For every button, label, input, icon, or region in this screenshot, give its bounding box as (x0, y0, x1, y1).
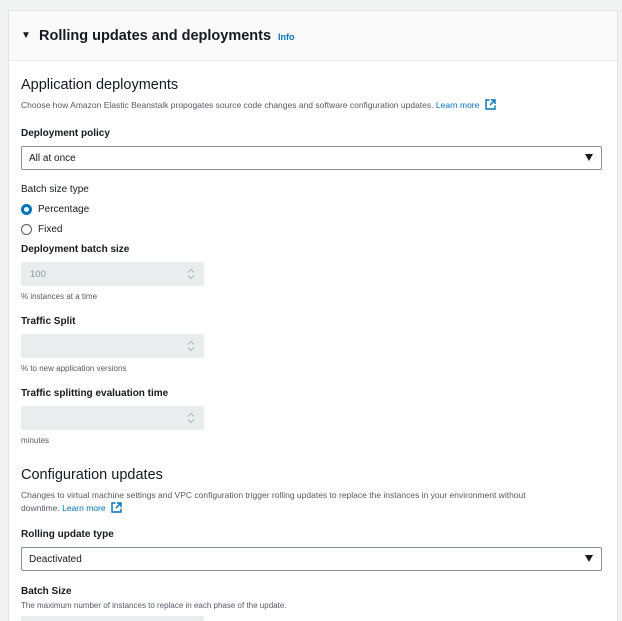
stepper-icon[interactable] (187, 412, 195, 424)
rolling-update-type-select[interactable]: Deactivated (21, 547, 602, 571)
panel-title: Rolling updates and deployments (39, 27, 272, 44)
radio-checked-icon[interactable] (21, 204, 32, 215)
panel-header[interactable]: ▼ Rolling updates and deployments Info (9, 11, 617, 61)
deployment-batch-size-input[interactable]: 100 (21, 262, 204, 286)
batch-size-hint: % instances at a time (21, 292, 98, 301)
traffic-eval-time-hint: minutes (21, 436, 50, 445)
radio-percentage-label: Percentage (38, 204, 90, 215)
batch-size-input[interactable] (21, 616, 204, 621)
rolling-update-type-label: Rolling update type (21, 529, 114, 540)
traffic-eval-time-label: Traffic splitting evaluation time (21, 388, 169, 399)
traffic-split-hint: % to new application versions (21, 364, 127, 373)
deployment-policy-select[interactable]: All at once (21, 146, 602, 170)
select-arrow-icon (585, 154, 593, 161)
app-deployments-description: Choose how Amazon Elastic Beanstalk prop… (21, 99, 496, 112)
batch-size-label: Batch Size (21, 586, 72, 597)
stepper-icon[interactable] (187, 340, 195, 352)
deployment-batch-size-label: Deployment batch size (21, 244, 130, 255)
learn-more-link[interactable]: Learn more (436, 100, 479, 110)
config-updates-title: Configuration updates (21, 467, 163, 483)
rolling-updates-panel: ▼ Rolling updates and deployments Info A… (8, 10, 618, 621)
config-updates-description: Changes to virtual machine settings and … (21, 490, 526, 513)
batch-size-description: The maximum number of instances to repla… (21, 601, 287, 610)
app-deployments-title: Application deployments (21, 77, 179, 93)
caret-down-icon[interactable]: ▼ (21, 30, 37, 41)
radio-fixed[interactable]: Fixed (21, 224, 62, 235)
traffic-split-label: Traffic Split (21, 316, 76, 327)
external-link-icon[interactable] (111, 502, 122, 513)
deployment-policy-value: All at once (29, 152, 76, 164)
radio-unchecked-icon[interactable] (21, 224, 32, 235)
select-arrow-icon (585, 555, 593, 562)
radio-fixed-label: Fixed (38, 224, 63, 235)
learn-more-link[interactable]: Learn more (62, 503, 105, 513)
batch-size-type-label: Batch size type (21, 184, 89, 195)
traffic-eval-time-input[interactable] (21, 406, 204, 430)
traffic-split-input[interactable] (21, 334, 204, 358)
deployment-batch-size-value: 100 (30, 268, 46, 280)
info-link[interactable]: Info (278, 32, 295, 42)
external-link-icon[interactable] (485, 99, 496, 110)
rolling-update-type-value: Deactivated (29, 553, 82, 565)
deployment-policy-label: Deployment policy (21, 128, 110, 139)
radio-percentage[interactable]: Percentage (21, 204, 89, 215)
stepper-icon[interactable] (187, 268, 195, 280)
